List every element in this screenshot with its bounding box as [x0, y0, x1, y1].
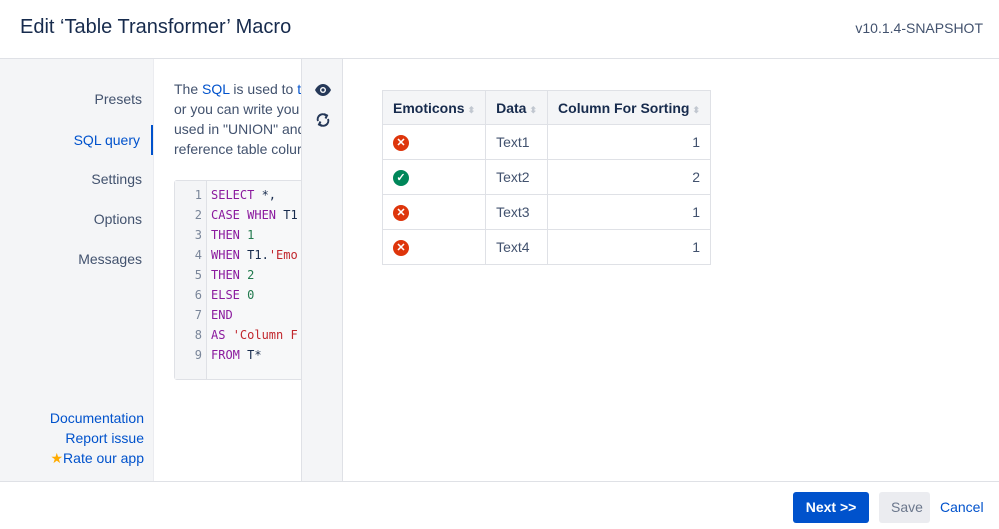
error-icon: ✕ [393, 205, 409, 221]
sidebar: Presets SQL query Settings Options Messa… [0, 59, 154, 481]
code-line: THEN 1 [211, 228, 255, 242]
table-row: ✕ Text3 1 [381, 194, 712, 230]
code-line: END [211, 308, 233, 322]
code-line: AS 'Column F [211, 328, 298, 342]
error-icon: ✕ [393, 135, 409, 151]
code-line: THEN 2 [211, 268, 255, 282]
sidebar-item-settings[interactable]: Settings [91, 171, 142, 187]
dialog-title: Edit ‘Table Transformer’ Macro [20, 16, 292, 38]
result-table: Emoticons ⬍ Data ⬍ Column For Sorting ⬍ ✕ Te… [381, 90, 712, 265]
sidebar-item-messages[interactable]: Messages [78, 251, 142, 267]
refresh-icon[interactable] [313, 110, 333, 130]
table-preview: Emoticons ⬍ Data ⬍ Column For Sorting ⬍ ✕ Te… [343, 59, 999, 481]
code-line: WHEN T1.'Emo [211, 248, 298, 262]
sidebar-item-presets[interactable]: Presets [95, 91, 142, 107]
sql-code-editor[interactable]: 123456789 SELECT *, CASE WHEN T1 THEN 1 … [174, 180, 301, 380]
check-icon: ✓ [393, 170, 409, 186]
sort-icon: ⬍ [529, 104, 538, 115]
cancel-button[interactable]: Cancel [933, 492, 991, 523]
table-row: ✓ Text2 2 [381, 159, 712, 195]
code-line: ELSE 0 [211, 288, 255, 302]
code-line: SELECT *, [211, 188, 277, 202]
next-button[interactable]: Next >> [793, 492, 869, 523]
save-button[interactable]: Save [879, 492, 930, 523]
column-header-sorting[interactable]: Column For Sorting ⬍ [547, 90, 712, 125]
sort-icon: ⬍ [467, 104, 476, 115]
version-label: v10.1.4-SNAPSHOT [855, 20, 983, 36]
sql-editor-panel: The SQL is used to tr or you can write y… [154, 59, 301, 481]
column-header-emoticons[interactable]: Emoticons ⬍ [381, 90, 487, 125]
table-row: ✕ Text1 1 [381, 124, 712, 160]
column-header-data[interactable]: Data ⬍ [485, 90, 549, 125]
sql-link[interactable]: SQL [202, 81, 230, 97]
error-icon: ✕ [393, 240, 409, 256]
rate-app-link[interactable]: ★Rate our app [50, 448, 144, 468]
sidebar-item-options[interactable]: Options [94, 211, 142, 227]
dialog-footer: Next >> Save Cancel [0, 481, 999, 529]
code-line: FROM T* [211, 348, 262, 362]
line-numbers: 123456789 [175, 181, 207, 379]
report-issue-link[interactable]: Report issue [50, 428, 144, 448]
sql-description: The SQL is used to tr or you can write y… [174, 79, 301, 159]
star-icon: ★ [50, 450, 64, 466]
code-line: CASE WHEN T1 [211, 208, 298, 222]
documentation-link[interactable]: Documentation [50, 408, 144, 428]
sort-icon: ⬍ [692, 104, 701, 115]
table-row: ✕ Text4 1 [381, 229, 712, 265]
dialog-header: Edit ‘Table Transformer’ Macro v10.1.4-S… [0, 0, 999, 59]
eye-icon[interactable] [313, 80, 333, 100]
preview-toolbar [301, 59, 343, 481]
sidebar-item-sql-query[interactable]: SQL query [74, 125, 153, 155]
